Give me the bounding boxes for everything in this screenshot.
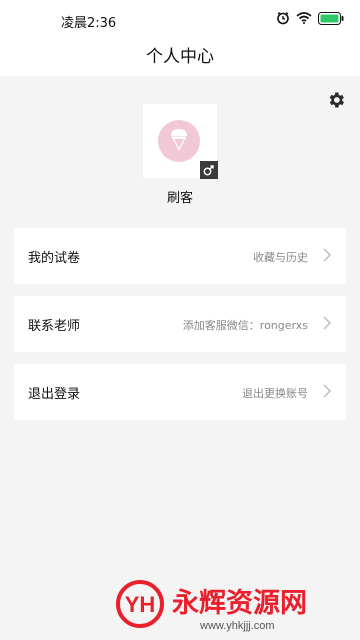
watermark-logo: YH 永辉资源网 www.yhkjjj.com [110, 576, 342, 632]
menu-item-detail: 收藏与历史 [253, 251, 308, 264]
ice-cream-icon [171, 129, 187, 151]
watermark-url: www.yhkjjj.com [199, 620, 275, 632]
alarm-icon [277, 11, 289, 25]
menu-item-contact-teacher[interactable]: 联系老师 添加客服微信：rongerxs [14, 296, 346, 352]
menu-item-label: 我的试卷 [28, 251, 81, 266]
avatar[interactable] [143, 104, 218, 179]
menu-item-label: 退出登录 [28, 387, 81, 402]
wifi-icon [296, 12, 312, 24]
chevron-right-icon [323, 384, 332, 398]
gender-badge [200, 161, 218, 179]
watermark-brand: 永辉资源网 [171, 588, 307, 619]
status-bar: 凌晨2:36 [0, 0, 360, 40]
username: 刷客 [166, 191, 193, 206]
page-title: 个人中心 [146, 47, 214, 67]
menu-item-logout[interactable]: 退出登录 退出更换账号 [14, 364, 346, 420]
menu-item-my-papers[interactable]: 我的试卷 收藏与历史 [14, 228, 346, 284]
male-icon [203, 165, 214, 176]
gear-icon[interactable] [326, 90, 346, 110]
battery-icon [318, 11, 344, 25]
menu-item-detail: 退出更换账号 [242, 387, 308, 400]
chevron-right-icon [323, 248, 332, 262]
header-bar: 个人中心 [0, 40, 360, 76]
status-icons [276, 11, 344, 25]
watermark-mark: YH [125, 592, 156, 617]
avatar-image [158, 120, 200, 162]
chevron-right-icon [323, 316, 332, 330]
menu-item-detail: 添加客服微信：rongerxs [182, 319, 308, 332]
menu-item-label: 联系老师 [28, 319, 81, 334]
status-time: 凌晨2:36 [61, 16, 117, 31]
